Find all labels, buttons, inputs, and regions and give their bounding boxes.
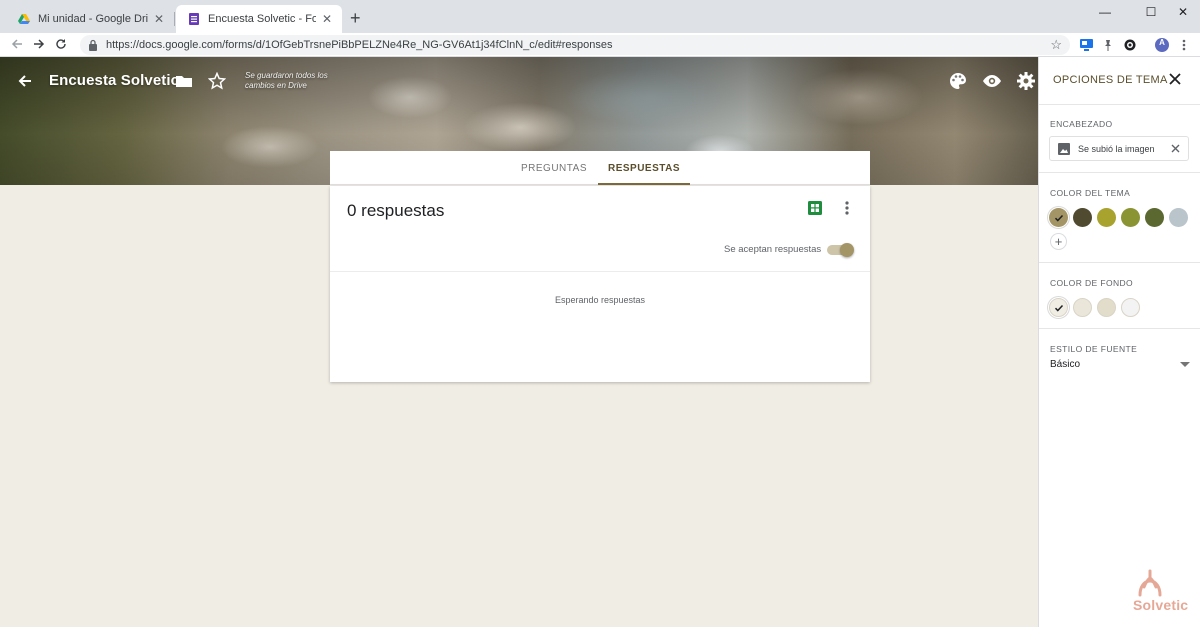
close-icon[interactable] [1168, 72, 1182, 86]
checkmark-icon [1054, 214, 1063, 222]
font-style-dropdown[interactable]: Básico [1050, 359, 1080, 370]
url-text: https://docs.google.com/forms/d/1OfGebTr… [106, 39, 613, 51]
minimize-icon[interactable]: — [1090, 3, 1120, 21]
tab-responses[interactable]: RESPUESTAS [598, 151, 690, 185]
browser-tab-drive[interactable]: Mi unidad - Google Drive ✕ [6, 5, 174, 33]
panel-divider [1039, 172, 1200, 173]
panel-divider [1039, 104, 1200, 105]
waiting-responses-text: Esperando respuestas [554, 295, 646, 305]
theme-options-panel: OPCIONES DE TEMA ENCABEZADO Se subió la … [1038, 57, 1200, 627]
browser-tab-forms[interactable]: Encuesta Solvetic - Formularios d ✕ [176, 5, 342, 33]
bg-color-swatch[interactable] [1121, 298, 1140, 317]
bg-color-swatch[interactable] [1073, 298, 1092, 317]
tab-questions[interactable]: PREGUNTAS [510, 151, 598, 185]
dropdown-caret-icon[interactable] [1180, 362, 1190, 367]
theme-color-swatch[interactable] [1145, 208, 1164, 227]
lock-icon [88, 39, 98, 51]
new-tab-icon[interactable]: + [350, 8, 361, 28]
accepting-responses-toggle[interactable] [827, 243, 854, 257]
back-arrow-icon[interactable] [16, 72, 34, 90]
maximize-icon[interactable]: ☐ [1136, 3, 1166, 21]
folder-icon[interactable] [175, 72, 193, 90]
accepting-responses-label: Se aceptan respuestas [724, 244, 822, 255]
bg-color-swatch[interactable] [1049, 298, 1068, 317]
theme-color-swatch[interactable] [1073, 208, 1092, 227]
settings-gear-icon[interactable] [1016, 71, 1036, 91]
browser-tabstrip: Mi unidad - Google Drive ✕ Encuesta Solv… [0, 0, 1200, 33]
star-icon[interactable] [207, 71, 227, 90]
theme-color-swatch[interactable] [1121, 208, 1140, 227]
extension-pin-icon[interactable] [1100, 37, 1116, 53]
watermark-text: Solvetic [1133, 597, 1189, 613]
tab-title: Mi unidad - Google Drive [38, 13, 148, 25]
remove-image-icon[interactable] [1170, 143, 1181, 154]
font-style-section-label: ESTILO DE FUENTE [1050, 344, 1138, 354]
header-image-chip[interactable]: Se subió la imagen [1049, 136, 1189, 161]
profile-avatar[interactable]: A [1154, 37, 1170, 53]
forward-arrow-icon[interactable] [30, 35, 48, 53]
theme-color-swatch[interactable] [1049, 208, 1068, 227]
close-tab-icon[interactable]: ✕ [322, 12, 332, 26]
google-sheets-icon[interactable] [808, 201, 822, 215]
form-title[interactable]: Encuesta Solvetic [49, 72, 179, 89]
address-bar[interactable]: https://docs.google.com/forms/d/1OfGebTr… [80, 35, 1070, 55]
bg-color-section-label: COLOR DE FONDO [1050, 278, 1134, 288]
theme-color-swatch[interactable] [1169, 208, 1188, 227]
palette-icon[interactable] [948, 71, 968, 91]
tab-title: Encuesta Solvetic - Formularios d [208, 13, 316, 25]
add-custom-color-icon[interactable]: + [1050, 233, 1067, 250]
browser-menu-icon[interactable] [1176, 37, 1192, 53]
back-arrow-icon[interactable] [8, 35, 26, 53]
panel-divider [1039, 328, 1200, 329]
header-section-label: ENCABEZADO [1050, 119, 1113, 129]
profile-initial: A [1159, 38, 1165, 47]
toggle-knob [840, 243, 854, 257]
responses-count: 0 respuestas [347, 201, 445, 220]
preview-eye-icon[interactable] [982, 71, 1002, 91]
theme-color-swatch[interactable] [1097, 208, 1116, 227]
panel-title: OPCIONES DE TEMA [1053, 74, 1168, 86]
card-divider [330, 271, 870, 272]
checkmark-icon [1054, 304, 1063, 312]
google-forms-icon [188, 13, 200, 25]
form-tabs: PREGUNTAS RESPUESTAS [330, 151, 870, 185]
panel-divider [1039, 262, 1200, 263]
reload-icon[interactable] [52, 35, 70, 53]
close-tab-icon[interactable]: ✕ [154, 12, 164, 26]
close-window-icon[interactable]: ✕ [1168, 3, 1198, 21]
save-status: Se guardaron todos los cambios en Drive [245, 71, 328, 90]
google-drive-icon [18, 13, 30, 25]
more-vert-icon[interactable] [841, 199, 853, 217]
browser-toolbar: https://docs.google.com/forms/d/1OfGebTr… [0, 33, 1200, 57]
extension-screen-icon[interactable] [1078, 37, 1094, 53]
tab-separator [174, 12, 175, 26]
bg-color-swatch[interactable] [1097, 298, 1116, 317]
responses-card: 0 respuestas Se aceptan respuestas Esper… [330, 186, 870, 382]
extension-shield-icon[interactable] [1122, 37, 1138, 53]
header-image-status: Se subió la imagen [1078, 143, 1155, 154]
bookmark-star-icon[interactable]: ☆ [1050, 37, 1062, 53]
image-icon [1058, 142, 1070, 155]
theme-color-section-label: COLOR DEL TEMA [1050, 188, 1131, 198]
